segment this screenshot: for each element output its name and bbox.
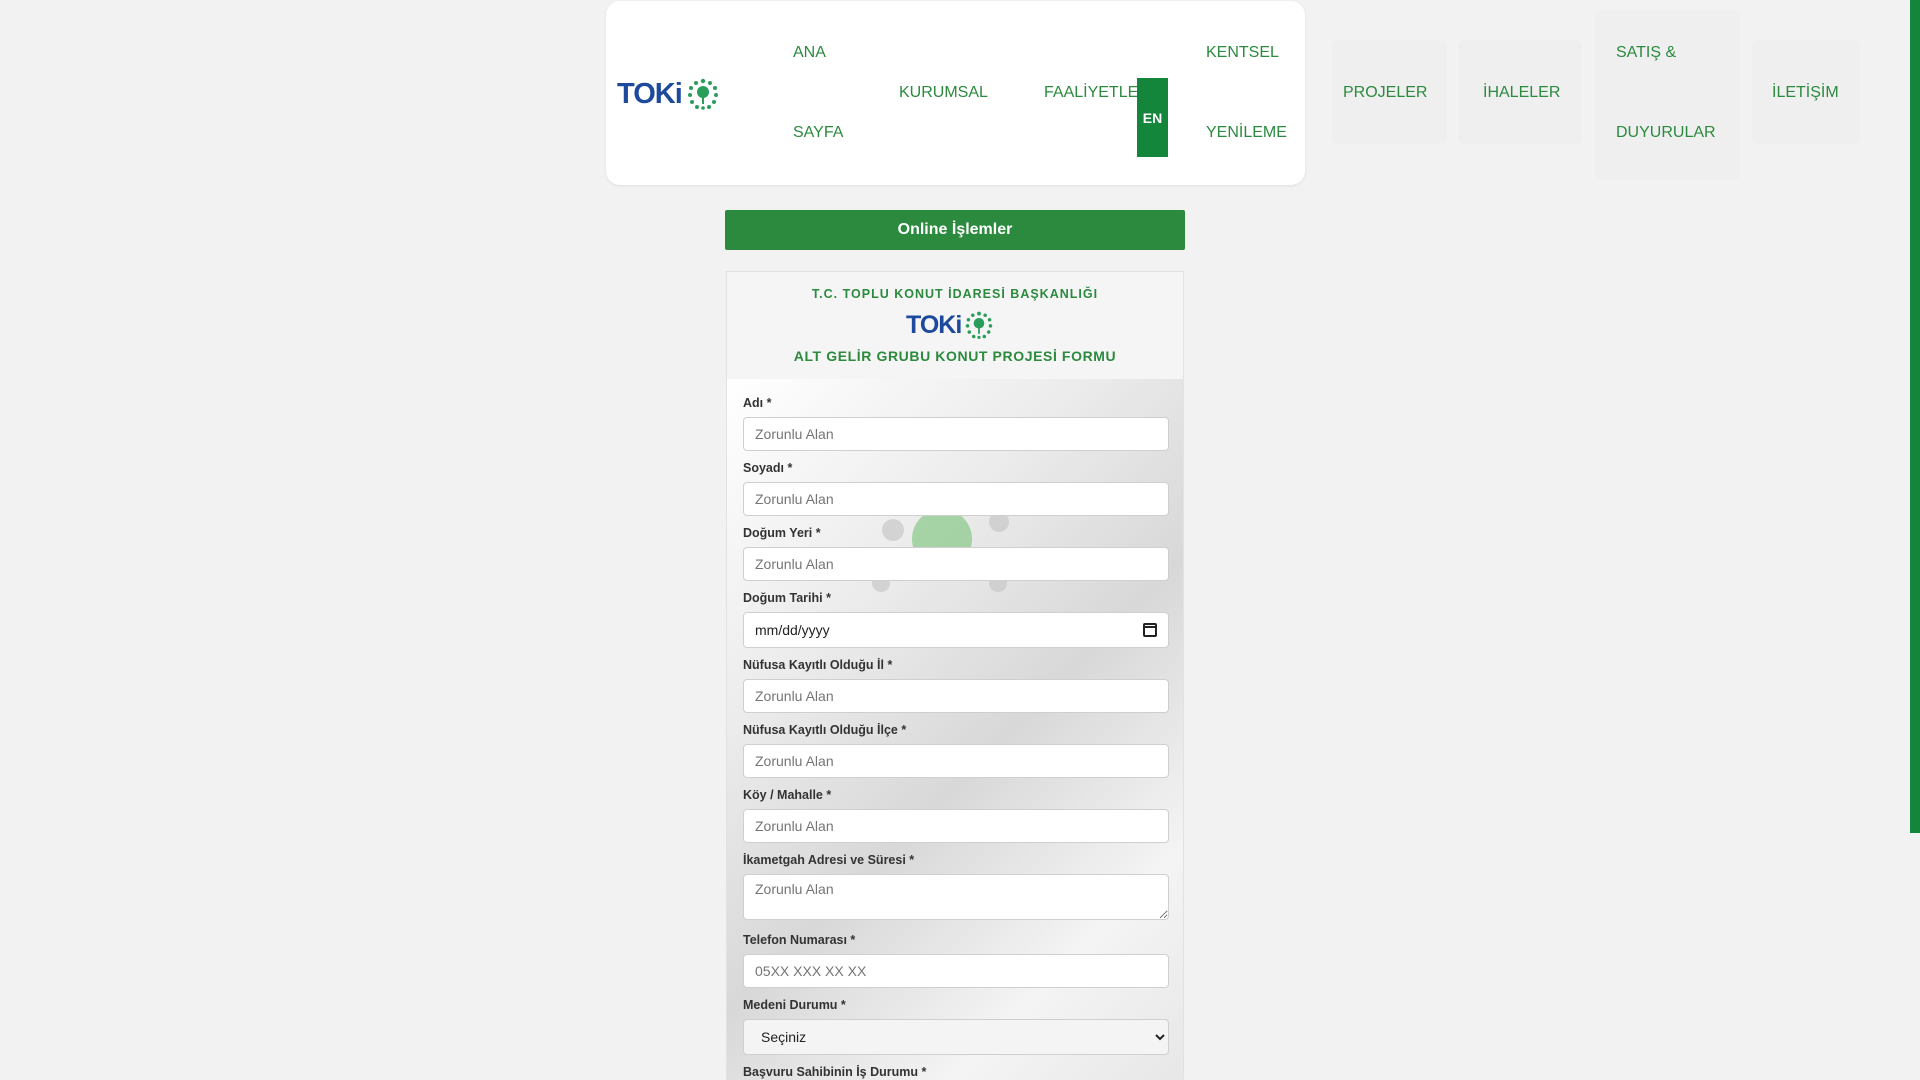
phone-label: Telefon Numarası * (743, 933, 856, 947)
nav-projects[interactable]: PROJELER (1343, 73, 1427, 113)
birthplace-label: Doğum Yeri * (743, 526, 821, 540)
residence-address-label: İkametgah Adresi ve Süresi * (743, 853, 915, 867)
nav-tenders[interactable]: İHALELER (1483, 73, 1560, 113)
form-logo: TOKi (906, 308, 1006, 342)
village-neighborhood-input[interactable] (743, 809, 1169, 843)
first-name-input[interactable] (743, 417, 1169, 451)
village-neighborhood-group: Köy / Mahalle * (743, 787, 1169, 843)
logo-text: TOKi (617, 77, 683, 110)
marital-status-group: Medeni Durumu * Seçiniz (743, 997, 1169, 1055)
form-logo-text: TOKi (906, 310, 962, 339)
nav-home[interactable]: ANA SAYFA (793, 33, 843, 153)
registered-province-label: Nüfusa Kayıtlı Olduğu İl * (743, 658, 893, 672)
registered-district-group: Nüfusa Kayıtlı Olduğu İlçe * (743, 722, 1169, 778)
registered-province-group: Nüfusa Kayıtlı Olduğu İl * (743, 657, 1169, 713)
birthdate-input[interactable]: mm/dd/yyyy (743, 612, 1169, 648)
toki-emblem-icon (687, 78, 718, 110)
employment-status-group: Başvuru Sahibinin İş Durumu * (743, 1064, 1169, 1080)
last-name-input[interactable] (743, 482, 1169, 516)
employment-status-label: Başvuru Sahibinin İş Durumu * (743, 1065, 927, 1079)
registered-district-label: Nüfusa Kayıtlı Olduğu İlçe * (743, 723, 907, 737)
side-green-strip (1910, 0, 1920, 833)
residence-address-textarea[interactable] (743, 874, 1169, 920)
residence-address-group: İkametgah Adresi ve Süresi * (743, 852, 1169, 925)
nav-corporate[interactable]: KURUMSAL (899, 73, 988, 113)
calendar-icon[interactable] (1143, 623, 1157, 637)
registered-province-input[interactable] (743, 679, 1169, 713)
form-organization: T.C. TOPLU KONUT İDARESİ BAŞKANLIĞI (811, 287, 1099, 301)
nav-activities[interactable]: FAALİYETLER (1044, 73, 1150, 113)
first-name-label: Adı * (743, 396, 772, 410)
last-name-group: Soyadı * (743, 460, 1169, 516)
phone-group: Telefon Numarası * (743, 932, 1169, 988)
nav-urban-renewal[interactable]: KENTSEL YENİLEME (1206, 33, 1287, 153)
birthplace-group: Doğum Yeri * (743, 525, 1169, 581)
nav-urban-line2: YENİLEME (1206, 124, 1287, 141)
nav-home-line1: ANA (793, 44, 826, 61)
birthdate-group: Doğum Tarihi * mm/dd/yyyy (743, 590, 1169, 648)
marital-status-label: Medeni Durumu * (743, 998, 846, 1012)
online-operations-bar: Online İşlemler (725, 210, 1185, 250)
village-neighborhood-label: Köy / Mahalle * (743, 788, 832, 802)
form-title: ALT GELİR GRUBU KONUT PROJESİ FORMU (793, 348, 1117, 364)
nav-sales-announcements[interactable]: SATIŞ & DUYURULAR (1616, 33, 1716, 153)
last-name-label: Soyadı * (743, 461, 793, 475)
birthdate-label: Doğum Tarihi * (743, 591, 831, 605)
registered-district-input[interactable] (743, 744, 1169, 778)
first-name-group: Adı * (743, 395, 1169, 451)
nav-urban-line1: KENTSEL (1206, 44, 1279, 61)
form-body: Adı * Soyadı * Doğum Yeri * Doğum Tarihi… (726, 379, 1184, 1080)
nav-home-line2: SAYFA (793, 124, 844, 141)
birthplace-input[interactable] (743, 547, 1169, 581)
marital-status-select[interactable]: Seçiniz (743, 1019, 1169, 1055)
nav-contact[interactable]: İLETİŞİM (1772, 73, 1839, 113)
birthdate-placeholder: mm/dd/yyyy (755, 622, 830, 638)
language-en-button[interactable]: EN (1137, 78, 1168, 157)
phone-input[interactable] (743, 954, 1169, 988)
toki-logo[interactable]: TOKi (617, 74, 729, 114)
nav-sales-line2: DUYURULAR (1616, 124, 1716, 141)
nav-sales-line1: SATIŞ & (1616, 44, 1677, 61)
toki-emblem-icon (966, 311, 993, 339)
form-header: T.C. TOPLU KONUT İDARESİ BAŞKANLIĞI TOKi… (726, 271, 1184, 379)
